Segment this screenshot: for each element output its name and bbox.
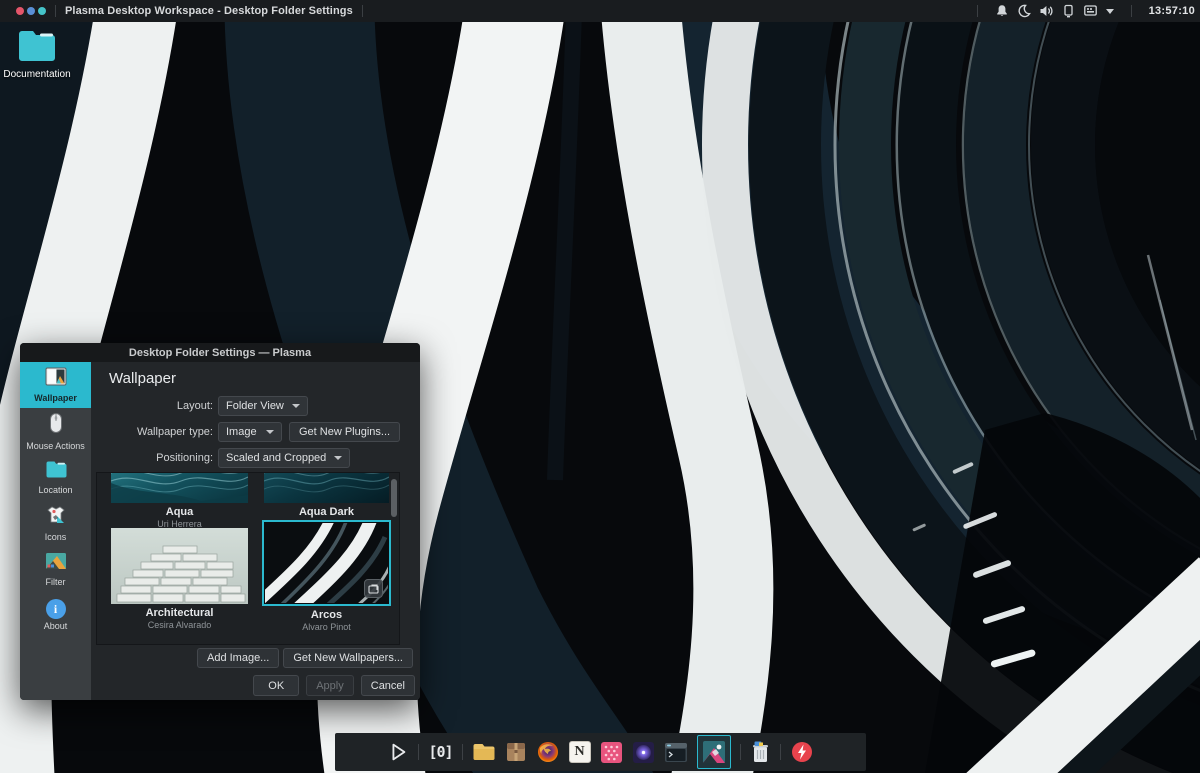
orb-app-icon[interactable]: [632, 741, 655, 764]
wallpaper-thumbnail: [264, 473, 389, 503]
selected-wallpaper-frame: [262, 520, 391, 606]
sidebar-item-filter[interactable]: Filter: [20, 546, 91, 592]
wallpaper-icon: [45, 367, 67, 391]
apply-button[interactable]: Apply: [306, 675, 354, 696]
wallpaper-thumbnail: [111, 473, 248, 503]
clipboard-display-icon[interactable]: [1083, 4, 1098, 18]
dock: [0] N: [335, 733, 866, 771]
dock-separator: [740, 744, 741, 760]
folder-icon: [45, 460, 67, 483]
chevron-down-icon: [334, 456, 342, 460]
wallpaper-thumbnail: [111, 528, 248, 604]
chevron-down-icon: [266, 430, 274, 434]
desktop-folder-documentation[interactable]: Documentation: [8, 28, 66, 80]
top-panel: Plasma Desktop Workspace - Desktop Folde…: [0, 0, 1200, 22]
desktop-icon-label: Documentation: [3, 69, 70, 80]
sidebar-item-label: Wallpaper: [34, 393, 77, 403]
sidebar-item-wallpaper[interactable]: Wallpaper: [20, 362, 91, 408]
dock-separator: [418, 744, 419, 760]
panel-separator: [55, 5, 56, 17]
minimize-window-button[interactable]: [27, 7, 35, 15]
sidebar-item-label: About: [44, 621, 68, 631]
window-buttons: [16, 7, 46, 15]
sidebar-item-label: Filter: [46, 577, 66, 587]
dialog-titlebar[interactable]: Desktop Folder Settings — Plasma: [20, 343, 420, 362]
wallpaper-grid: Aqua Uri Herrera: [96, 472, 400, 645]
panel-separator: [977, 5, 978, 17]
get-new-wallpapers-button[interactable]: Get New Wallpapers...: [283, 648, 413, 668]
get-new-plugins-button[interactable]: Get New Plugins...: [289, 422, 400, 442]
digital-clock[interactable]: 13:57:10: [1149, 5, 1195, 17]
firefox-icon[interactable]: [536, 740, 560, 764]
dialog-sidebar: Wallpaper Mouse Actions Location: [20, 362, 91, 700]
icons-theme-icon: [45, 505, 67, 530]
pattern-app-icon[interactable]: [600, 741, 623, 764]
add-image-button[interactable]: Add Image...: [197, 648, 279, 668]
package-app-icon[interactable]: [505, 741, 527, 763]
positioning-value: Scaled and Cropped: [226, 452, 326, 464]
panel-separator: [362, 5, 363, 17]
cancel-button[interactable]: Cancel: [361, 675, 415, 696]
folder-icon: [16, 28, 58, 67]
notifications-bell-icon[interactable]: [995, 4, 1009, 18]
terminal-icon[interactable]: [664, 742, 688, 763]
positioning-dropdown[interactable]: Scaled and Cropped: [218, 448, 350, 468]
sidebar-item-mouse-actions[interactable]: Mouse Actions: [20, 408, 91, 454]
layout-label: Layout:: [91, 400, 213, 412]
panel-separator: [1131, 5, 1132, 17]
ok-button[interactable]: OK: [253, 675, 299, 696]
dialog-content: Wallpaper Layout: Folder View Wallpaper …: [91, 362, 420, 700]
layout-value: Folder View: [226, 400, 284, 412]
maximize-window-button[interactable]: [38, 7, 46, 15]
open-containing-folder-button[interactable]: [364, 579, 383, 598]
trash-icon[interactable]: [750, 740, 771, 764]
tray-expand-caret-icon[interactable]: [1106, 9, 1114, 14]
volume-speaker-icon[interactable]: [1039, 4, 1054, 18]
page-title: Wallpaper: [91, 362, 420, 387]
chevron-down-icon: [292, 404, 300, 408]
system-tray: 13:57:10: [968, 0, 1195, 22]
sidebar-item-location[interactable]: Location: [20, 454, 91, 500]
sidebar-item-label: Mouse Actions: [26, 441, 85, 451]
scrollbar-thumb[interactable]: [391, 479, 397, 517]
desktop-folder-settings-dialog: Desktop Folder Settings — Plasma Wallpap…: [20, 343, 420, 700]
wallpaper-type-value: Image: [226, 426, 257, 438]
sidebar-item-label: Icons: [45, 532, 67, 542]
dock-separator: [462, 744, 463, 760]
notion-icon[interactable]: N: [569, 741, 591, 763]
active-window-title: Plasma Desktop Workspace - Desktop Folde…: [65, 5, 353, 17]
sidebar-item-label: Location: [38, 485, 72, 495]
wallpaper-author: Cesira Alvarado: [111, 620, 248, 630]
power-icon[interactable]: [790, 740, 814, 764]
dialog-title: Desktop Folder Settings — Plasma: [129, 347, 311, 359]
play-launcher-icon[interactable]: [387, 741, 409, 763]
wallpaper-settings-icon-active[interactable]: [697, 735, 731, 769]
dock-separator: [780, 744, 781, 760]
grid-scrollbar[interactable]: [391, 477, 397, 640]
night-color-moon-icon[interactable]: [1017, 4, 1031, 18]
wallpaper-name: Aqua: [111, 506, 248, 518]
close-window-button[interactable]: [16, 7, 24, 15]
wallpaper-author: Alvaro Pinot: [262, 622, 391, 632]
wallpaper-name: Aqua Dark: [264, 506, 389, 518]
sidebar-item-about[interactable]: i About: [20, 592, 91, 638]
file-manager-icon[interactable]: [472, 742, 496, 762]
wallpaper-name: Arcos: [262, 609, 391, 621]
mouse-icon: [48, 412, 64, 439]
wallpaper-item-architectural[interactable]: Architectural Cesira Alvarado: [111, 528, 248, 630]
about-info-icon: i: [46, 599, 66, 619]
sidebar-item-icons[interactable]: Icons: [20, 500, 91, 546]
wallpaper-type-label: Wallpaper type:: [91, 426, 213, 438]
wallpaper-item-arcos-selected[interactable]: Arcos Alvaro Pinot: [262, 520, 391, 632]
desktop: Plasma Desktop Workspace - Desktop Folde…: [0, 0, 1200, 773]
wallpaper-item-aqua[interactable]: Aqua Uri Herrera: [111, 473, 248, 529]
filter-icon: [45, 552, 67, 575]
bracket-launcher-icon[interactable]: [0]: [428, 743, 452, 761]
layout-dropdown[interactable]: Folder View: [218, 396, 308, 416]
device-phone-icon[interactable]: [1062, 4, 1075, 18]
wallpaper-type-dropdown[interactable]: Image: [218, 422, 282, 442]
positioning-label: Positioning:: [91, 452, 213, 464]
wallpaper-name: Architectural: [111, 607, 248, 619]
